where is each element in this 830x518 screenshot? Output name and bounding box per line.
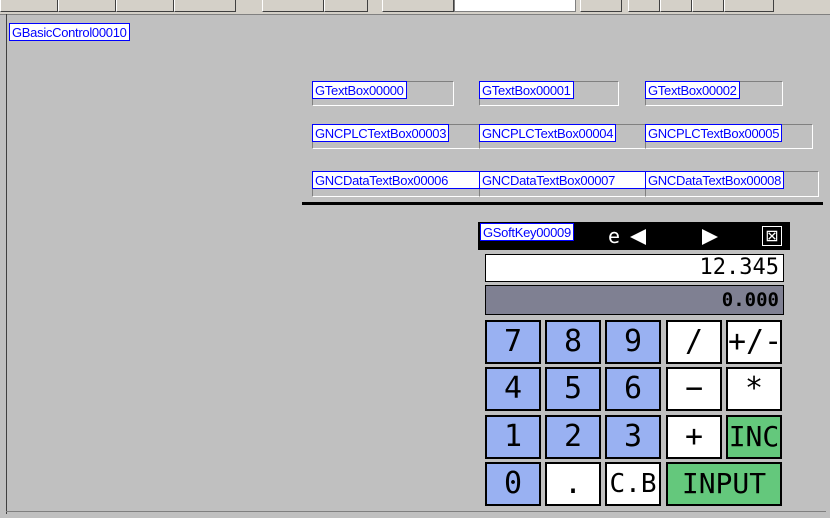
inc-button[interactable]: INC <box>726 415 782 459</box>
data-text-box[interactable]: GNCDataTextBox00008 <box>645 171 819 197</box>
data-text-box-label: GNCDataTextBox00006 <box>312 171 480 189</box>
plc-text-box[interactable]: GNCPLCTextBox00005 <box>645 124 813 149</box>
calculator-value-display: 12.345 <box>485 254 784 282</box>
toolbar-button[interactable] <box>382 0 454 12</box>
basic-control-label[interactable]: GBasicControl00010 <box>9 23 130 41</box>
data-text-box[interactable]: GNCDataTextBox00006 <box>312 171 480 197</box>
text-box-label: GTextBox00002 <box>645 81 740 99</box>
calculator-sub-display: 0.000 <box>485 285 784 315</box>
text-box-label: GTextBox00000 <box>312 81 407 99</box>
toolbar-button[interactable] <box>580 0 622 12</box>
arrow-right-icon[interactable] <box>702 229 718 245</box>
toolbar-button[interactable] <box>724 0 774 12</box>
plc-text-box[interactable]: GNCPLCTextBox00004 <box>479 124 647 149</box>
key-4-button[interactable]: 4 <box>485 367 541 411</box>
text-box[interactable]: GTextBox00001 <box>479 81 619 106</box>
divider-line <box>302 202 823 205</box>
toolbar-field[interactable] <box>454 0 576 12</box>
key-7-button[interactable]: 7 <box>485 320 541 364</box>
decimal-point-button[interactable]: . <box>545 462 601 506</box>
softkey-label: GSoftKey00009 <box>480 223 574 241</box>
calculator-panel[interactable]: e ⊠ GSoftKey00009 12.345 0.000 7 8 9 / +… <box>478 222 790 512</box>
key-8-button[interactable]: 8 <box>545 320 601 364</box>
text-box-label: GTextBox00001 <box>479 81 574 99</box>
text-box[interactable]: GTextBox00002 <box>645 81 783 106</box>
toolbar-button[interactable] <box>174 0 236 12</box>
key-0-button[interactable]: 0 <box>485 462 541 506</box>
toolbar <box>0 0 830 15</box>
data-text-box-label: GNCDataTextBox00007 <box>479 171 647 189</box>
toolbar-button[interactable] <box>660 0 692 12</box>
toolbar-button[interactable] <box>262 0 324 12</box>
minus-button[interactable]: − <box>666 367 722 411</box>
divide-button[interactable]: / <box>666 320 722 364</box>
input-button[interactable]: INPUT <box>666 462 782 506</box>
toolbar-button[interactable] <box>58 0 116 12</box>
clear-button[interactable]: C.B <box>605 462 661 506</box>
toolbar-button[interactable] <box>0 0 58 12</box>
plus-button[interactable]: + <box>666 415 722 459</box>
data-text-box-label: GNCDataTextBox00008 <box>645 171 785 189</box>
canvas-border <box>6 14 7 514</box>
plc-text-box-label: GNCPLCTextBox00004 <box>479 124 617 142</box>
toolbar-button[interactable] <box>116 0 174 12</box>
key-3-button[interactable]: 3 <box>605 415 661 459</box>
key-6-button[interactable]: 6 <box>605 367 661 411</box>
plc-text-box[interactable]: GNCPLCTextBox00003 <box>312 124 480 149</box>
key-2-button[interactable]: 2 <box>545 415 601 459</box>
plc-text-box-label: GNCPLCTextBox00005 <box>645 124 783 142</box>
calculator-title-text: e <box>608 224 621 248</box>
key-9-button[interactable]: 9 <box>605 320 661 364</box>
plc-text-box-label: GNCPLCTextBox00003 <box>312 124 450 142</box>
multiply-button[interactable]: * <box>726 367 782 411</box>
toolbar-button[interactable] <box>324 0 368 12</box>
text-box[interactable]: GTextBox00000 <box>312 81 454 106</box>
arrow-left-icon[interactable] <box>630 229 646 245</box>
toolbar-button[interactable] <box>628 0 660 12</box>
design-canvas: GBasicControl00010 GTextBox00000 GTextBo… <box>0 0 830 518</box>
data-text-box[interactable]: GNCDataTextBox00007 <box>479 171 647 197</box>
sign-toggle-button[interactable]: +/- <box>726 320 782 364</box>
key-1-button[interactable]: 1 <box>485 415 541 459</box>
toolbar-button[interactable] <box>692 0 724 12</box>
key-5-button[interactable]: 5 <box>545 367 601 411</box>
close-icon[interactable]: ⊠ <box>762 226 782 246</box>
